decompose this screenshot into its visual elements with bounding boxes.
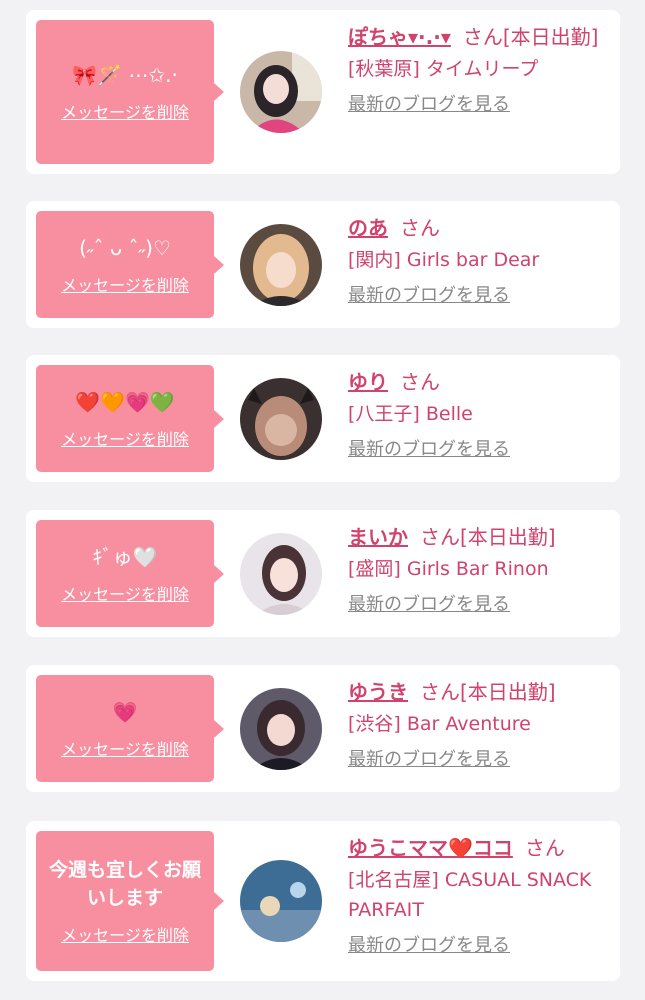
message-card: 🎀🪄 ⋯✩.· メッセージを削除 ぽちゃ▾·.·▾ さん[本日出勤] [秋葉原] … bbox=[26, 10, 620, 174]
honorific: さん bbox=[462, 25, 503, 49]
avatar[interactable] bbox=[240, 224, 322, 306]
honorific: さん bbox=[420, 525, 460, 549]
member-name-link[interactable]: ゆうこママ❤️ココ bbox=[348, 836, 513, 860]
member-info: まいか さん[本日出勤] [盛岡] Girls Bar Rinon 最新のブログを… bbox=[348, 520, 602, 618]
member-name-link[interactable]: ゆり bbox=[348, 370, 388, 394]
shop-info: [北名古屋] CASUAL SNACK PARFAIT bbox=[348, 869, 592, 921]
member-info: ゆうこママ❤️ココ さん [北名古屋] CASUAL SNACK PARFAIT … bbox=[348, 831, 602, 959]
shop-info: [関内] Girls bar Dear bbox=[348, 249, 540, 271]
honorific: さん bbox=[400, 216, 440, 240]
message-text: 今週も宜しくお願いします bbox=[48, 859, 201, 909]
member-name-link[interactable]: のあ bbox=[348, 216, 388, 240]
latest-blog-link[interactable]: 最新のブログを見る bbox=[348, 283, 510, 309]
shop-info: [秋葉原] タイムリープ bbox=[348, 58, 539, 80]
delete-message-link[interactable]: メッセージを削除 bbox=[61, 736, 189, 760]
message-bubble: 💗 メッセージを削除 bbox=[36, 675, 224, 782]
message-card: (˶ˆ ᴗ ˆ˶)♡ メッセージを削除 のあ さん [関内] Girls bar … bbox=[26, 201, 620, 328]
member-info: ぽちゃ▾·.·▾ さん[本日出勤] [秋葉原] タイムリープ 最新のブログを見る bbox=[348, 20, 602, 118]
message-card: ｷﾞゅ🤍 メッセージを削除 まいか さん[本日出勤] [盛岡] Girls Bar… bbox=[26, 510, 620, 637]
shop-info: [渋谷] Bar Aventure bbox=[348, 713, 531, 735]
message-card: ❤️🧡💗💚 メッセージを削除 ゆり さん [八王子] Belle 最新のブログを見… bbox=[26, 355, 620, 482]
member-name-link[interactable]: ぽちゃ▾·.·▾ bbox=[348, 25, 451, 49]
delete-message-link[interactable]: メッセージを削除 bbox=[61, 272, 189, 296]
delete-message-link[interactable]: メッセージを削除 bbox=[61, 581, 189, 605]
avatar[interactable] bbox=[240, 378, 322, 460]
message-text: ❤️🧡💗💚 bbox=[75, 389, 175, 414]
message-bubble: 🎀🪄 ⋯✩.· メッセージを削除 bbox=[36, 20, 224, 164]
member-info: ゆり さん [八王子] Belle 最新のブログを見る bbox=[348, 365, 602, 463]
message-bubble: (˶ˆ ᴗ ˆ˶)♡ メッセージを削除 bbox=[36, 211, 224, 318]
message-list: 🎀🪄 ⋯✩.· メッセージを削除 ぽちゃ▾·.·▾ さん[本日出勤] [秋葉原] … bbox=[0, 0, 645, 1000]
latest-blog-link[interactable]: 最新のブログを見る bbox=[348, 92, 510, 118]
latest-blog-link[interactable]: 最新のブログを見る bbox=[348, 437, 510, 463]
latest-blog-link[interactable]: 最新のブログを見る bbox=[348, 747, 510, 773]
delete-message-link[interactable]: メッセージを削除 bbox=[61, 922, 189, 946]
message-bubble: ｷﾞゅ🤍 メッセージを削除 bbox=[36, 520, 224, 627]
delete-message-link[interactable]: メッセージを削除 bbox=[61, 99, 189, 123]
honorific: さん bbox=[524, 836, 565, 860]
latest-blog-link[interactable]: 最新のブログを見る bbox=[348, 933, 510, 959]
avatar[interactable] bbox=[240, 51, 322, 133]
honorific: さん bbox=[400, 370, 440, 394]
latest-blog-link[interactable]: 最新のブログを見る bbox=[348, 592, 510, 618]
delete-message-link[interactable]: メッセージを削除 bbox=[61, 426, 189, 450]
member-info: のあ さん [関内] Girls bar Dear 最新のブログを見る bbox=[348, 211, 602, 309]
message-bubble: 今週も宜しくお願いします メッセージを削除 bbox=[36, 831, 224, 971]
message-card: 今週も宜しくお願いします メッセージを削除 ゆうこママ❤️ココ さん [北名古屋]… bbox=[26, 821, 620, 981]
work-status: [本日出勤] bbox=[502, 25, 599, 49]
message-text: ｷﾞゅ🤍 bbox=[92, 544, 158, 569]
message-text: 💗 bbox=[112, 699, 138, 724]
message-bubble: ❤️🧡💗💚 メッセージを削除 bbox=[36, 365, 224, 472]
avatar[interactable] bbox=[240, 533, 322, 615]
avatar[interactable] bbox=[240, 860, 322, 942]
message-text: (˶ˆ ᴗ ˆ˶)♡ bbox=[79, 235, 171, 260]
message-text: 🎀🪄 ⋯✩.· bbox=[72, 63, 178, 87]
shop-info: [八王子] Belle bbox=[348, 403, 473, 425]
honorific: さん bbox=[420, 680, 460, 704]
member-name-link[interactable]: ゆうき bbox=[348, 680, 408, 704]
shop-info: [盛岡] Girls Bar Rinon bbox=[348, 558, 549, 580]
work-status: [本日出勤] bbox=[460, 525, 556, 549]
member-info: ゆうき さん[本日出勤] [渋谷] Bar Aventure 最新のブログを見る bbox=[348, 675, 602, 773]
message-card: 💗 メッセージを削除 ゆうき さん[本日出勤] [渋谷] Bar Aventure… bbox=[26, 665, 620, 792]
member-name-link[interactable]: まいか bbox=[348, 525, 408, 549]
avatar[interactable] bbox=[240, 688, 322, 770]
work-status: [本日出勤] bbox=[460, 680, 556, 704]
